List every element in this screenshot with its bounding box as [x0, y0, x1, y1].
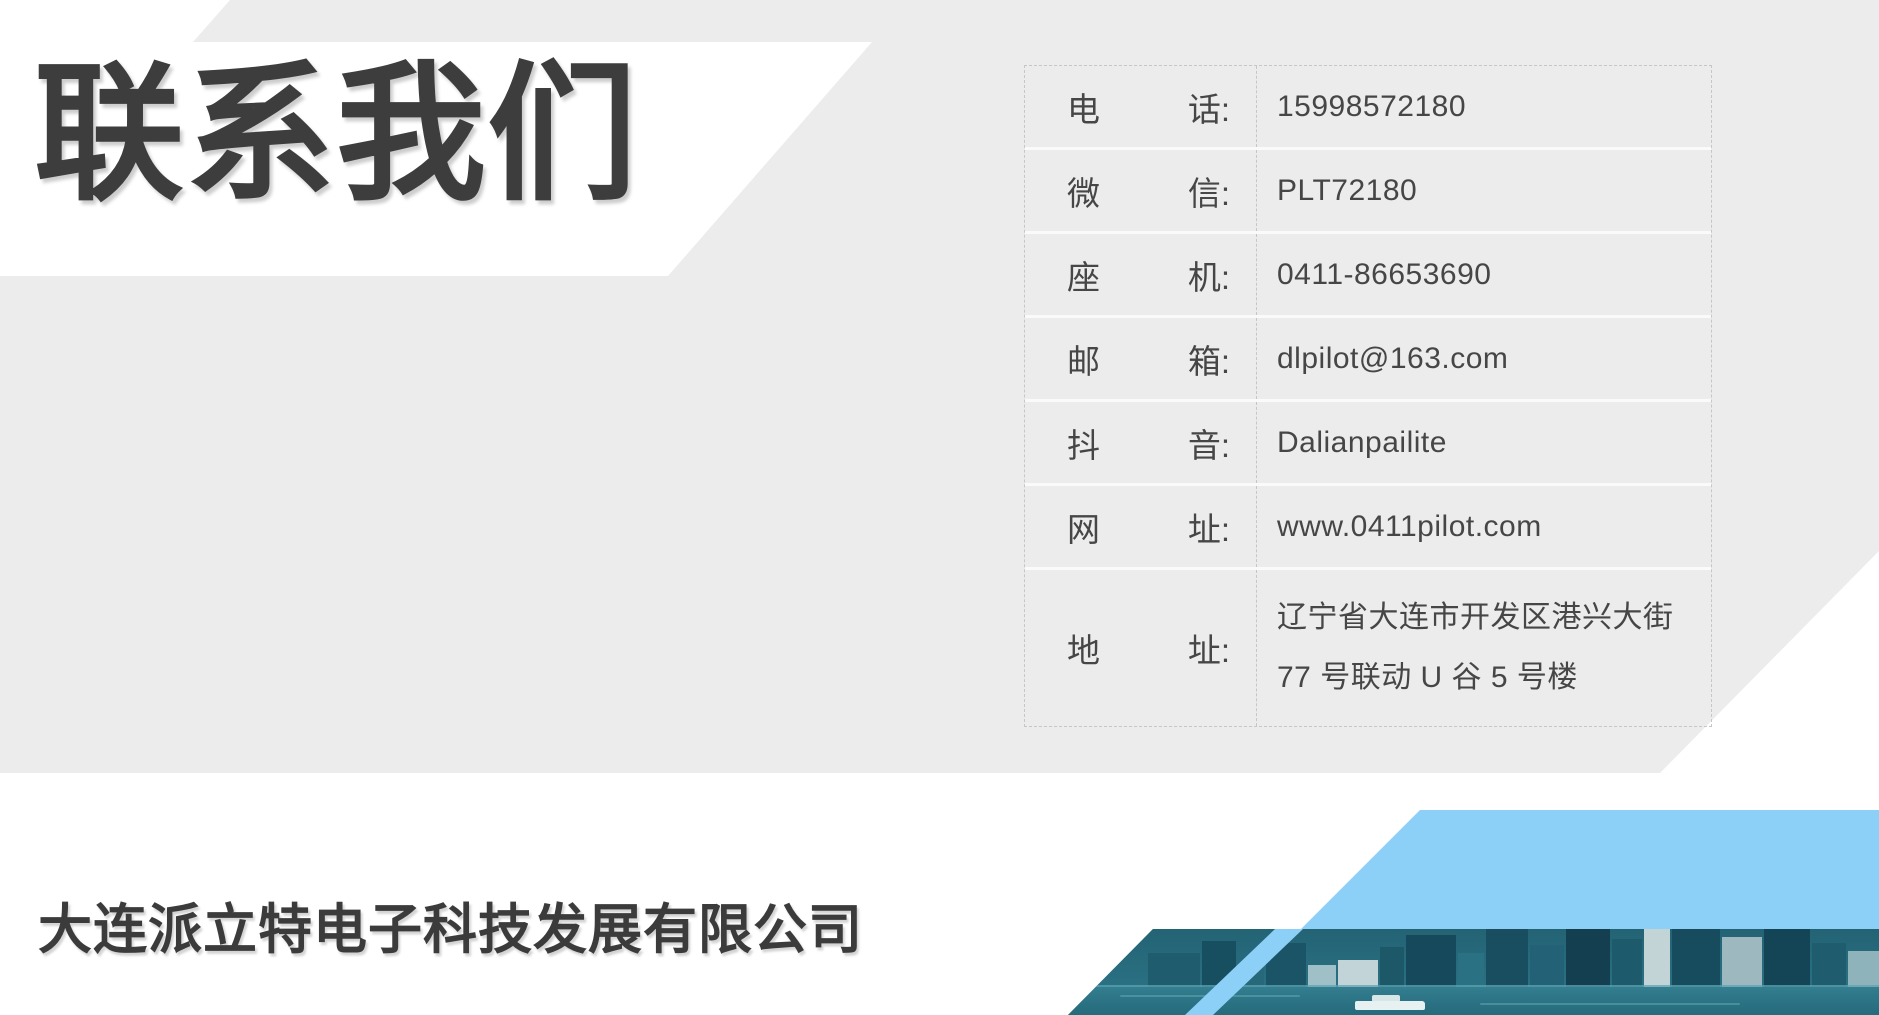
building: [1812, 943, 1846, 987]
label-char: 座: [1067, 251, 1100, 299]
water-streak: [1480, 1003, 1740, 1005]
label-char: 址:: [1188, 624, 1230, 672]
building: [1722, 937, 1762, 987]
row-value: 15998572180: [1257, 66, 1711, 147]
label-char: 网: [1067, 503, 1100, 551]
row-label: 邮 箱:: [1025, 318, 1257, 399]
building: [1612, 939, 1642, 987]
table-row-website: 网 址: www.0411pilot.com: [1025, 486, 1711, 570]
label-char: 信:: [1188, 167, 1230, 215]
table-row-address: 地 址: 辽宁省大连市开发区港兴大街 77 号联动 U 谷 5 号楼: [1025, 570, 1711, 726]
building: [1338, 960, 1378, 987]
table-row-douyin: 抖 音: Dalianpailite: [1025, 402, 1711, 486]
row-label: 微 信:: [1025, 150, 1257, 231]
row-label: 地 址:: [1025, 570, 1257, 726]
label-char: 箱:: [1188, 335, 1230, 383]
label-char: 电: [1067, 83, 1100, 131]
label-char: 址:: [1188, 503, 1230, 551]
table-row-phone: 电 话: 15998572180: [1025, 66, 1711, 150]
building: [1764, 929, 1810, 987]
row-label: 网 址:: [1025, 486, 1257, 567]
cityscape-photo: [1060, 929, 1879, 1015]
building: [1406, 935, 1456, 987]
building: [1644, 929, 1670, 987]
row-value: 0411-86653690: [1257, 234, 1711, 315]
row-label: 座 机:: [1025, 234, 1257, 315]
row-value: dlpilot@163.com: [1257, 318, 1711, 399]
building: [1458, 953, 1484, 987]
skyline: [1060, 929, 1879, 987]
table-row-wechat: 微 信: PLT72180: [1025, 150, 1711, 234]
company-name: 大连派立特电子科技发展有限公司: [38, 885, 863, 964]
row-value-address: 辽宁省大连市开发区港兴大街 77 号联动 U 谷 5 号楼: [1257, 570, 1711, 726]
row-label: 电 话:: [1025, 66, 1257, 147]
building: [1530, 945, 1564, 987]
row-label: 抖 音:: [1025, 402, 1257, 483]
label-char: 机:: [1188, 251, 1230, 299]
contact-table: 电 话: 15998572180 微 信: PLT72180 座 机: 0411…: [1024, 65, 1712, 727]
table-row-landline: 座 机: 0411-86653690: [1025, 234, 1711, 318]
table-row-email: 邮 箱: dlpilot@163.com: [1025, 318, 1711, 402]
label-char: 抖: [1067, 419, 1100, 467]
label-char: 邮: [1067, 335, 1100, 383]
building: [1672, 929, 1720, 987]
building: [1148, 953, 1200, 987]
label-char: 话:: [1188, 83, 1230, 131]
title-block: 联系我们: [0, 0, 900, 276]
building: [1308, 965, 1336, 987]
label-char: 地: [1067, 624, 1100, 672]
address-line-1: 辽宁省大连市开发区港兴大街: [1277, 600, 1674, 636]
page-title: 联系我们: [34, 52, 638, 217]
label-char: 微: [1067, 167, 1100, 215]
label-char: 音:: [1188, 419, 1230, 467]
building: [1380, 947, 1404, 987]
building: [1848, 951, 1879, 987]
water: [1060, 987, 1879, 1015]
building: [1566, 929, 1610, 987]
row-value: Dalianpailite: [1257, 402, 1711, 483]
address-line-2: 77 号联动 U 谷 5 号楼: [1277, 660, 1578, 696]
boat-icon: [1355, 1001, 1425, 1010]
building: [1486, 929, 1528, 987]
row-value: PLT72180: [1257, 150, 1711, 231]
row-value: www.0411pilot.com: [1257, 486, 1711, 567]
contact-slide: 联系我们 电 话: 15998572180 微 信: PLT72180 座 机:…: [0, 0, 1879, 1015]
